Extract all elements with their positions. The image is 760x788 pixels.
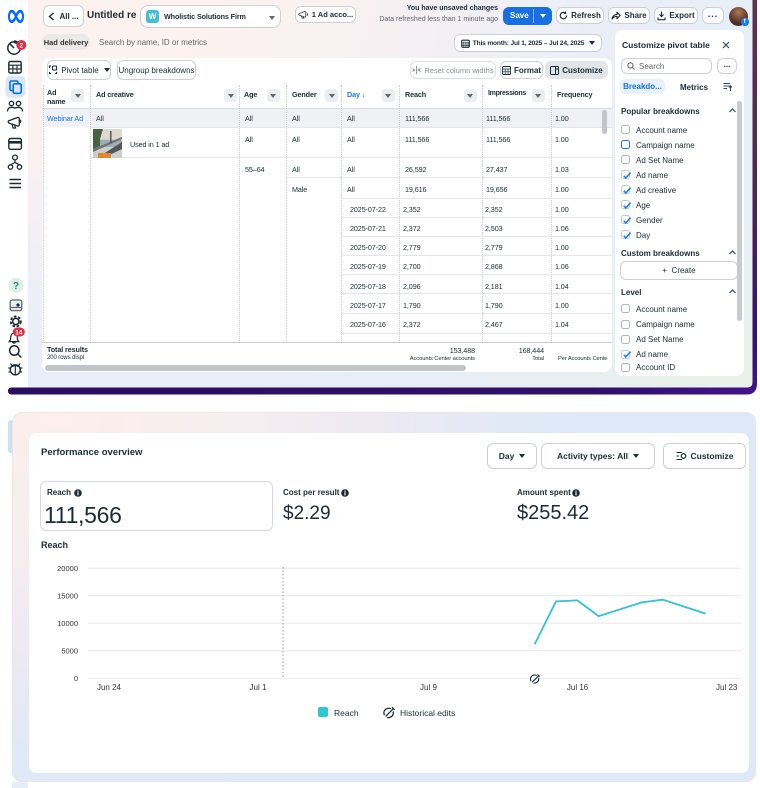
svg-text:Jul 1: Jul 1 <box>250 683 267 692</box>
svg-text:Jul 9: Jul 9 <box>420 683 437 692</box>
svg-text:20000: 20000 <box>57 564 78 573</box>
svg-text:Jul 16: Jul 16 <box>567 683 589 692</box>
svg-text:0: 0 <box>74 674 78 683</box>
svg-text:5000: 5000 <box>61 646 78 655</box>
svg-text:15000: 15000 <box>57 592 78 601</box>
svg-text:Jul 23: Jul 23 <box>716 683 738 692</box>
svg-text:Jun 24: Jun 24 <box>97 683 122 692</box>
svg-text:10000: 10000 <box>57 619 78 628</box>
